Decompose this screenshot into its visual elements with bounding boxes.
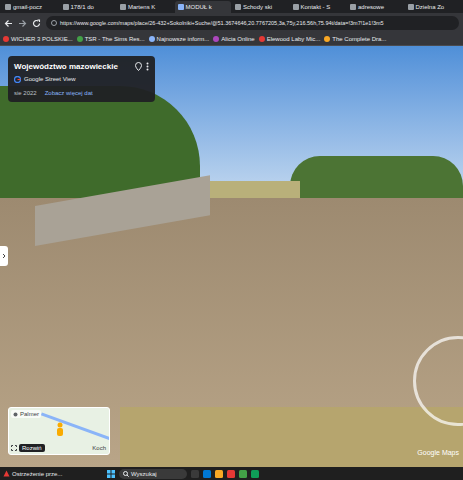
favicon-icon bbox=[293, 4, 299, 10]
tab-label: MODUŁ k bbox=[186, 3, 212, 11]
browser-tab[interactable]: Martens K bbox=[117, 1, 174, 13]
browser-tab[interactable]: MODUŁ k bbox=[175, 1, 232, 13]
location-pin-icon bbox=[135, 62, 142, 71]
favicon-icon bbox=[350, 4, 356, 10]
address-bar[interactable]: https://www.google.com/maps/place/26-432… bbox=[46, 16, 459, 30]
taskbar: Ostrzeżenie prze... Wyszukaj bbox=[0, 467, 463, 480]
bookmark-favicon-icon bbox=[149, 36, 155, 42]
taskbar-app-icon bbox=[251, 470, 259, 478]
browser-tab[interactable]: gmail-pocz bbox=[2, 1, 59, 13]
bookmark[interactable]: Elewood Laby Mic... bbox=[259, 35, 321, 43]
capture-date: sie 2022 bbox=[14, 89, 37, 97]
google-logo-icon bbox=[14, 76, 21, 83]
tab-label: Kontakt - S bbox=[301, 3, 331, 11]
taskbar-app-icon bbox=[239, 470, 247, 478]
street-view-panorama[interactable]: Województwo mazowieckie Google Street Vie… bbox=[0, 46, 463, 467]
favicon-icon bbox=[408, 4, 414, 10]
minimap-place: Palmer bbox=[20, 410, 39, 418]
bookmark-label[interactable]: Alicia Online bbox=[221, 35, 254, 43]
taskbar-app-icon bbox=[191, 470, 199, 478]
card-actions bbox=[135, 62, 149, 71]
favicon-icon bbox=[5, 4, 11, 10]
browser-tab[interactable]: Schody ski bbox=[232, 1, 289, 13]
tab-bar: gmail-pocz 178/1 do Martens K MODUŁ k Schody… bbox=[0, 0, 463, 13]
bookmark-label[interactable]: Najnowsze inform... bbox=[157, 35, 210, 43]
tab-label: Dzielna Zo bbox=[416, 3, 445, 11]
more-options-icon bbox=[146, 62, 149, 71]
tab-label: Schody ski bbox=[243, 3, 272, 11]
search-icon bbox=[123, 471, 129, 477]
trees-right bbox=[290, 156, 463, 201]
bookmark-favicon-icon bbox=[3, 36, 9, 42]
reload-icon bbox=[32, 19, 41, 28]
taskbar-center: Wyszukaj bbox=[107, 469, 460, 479]
place-marker-icon bbox=[13, 412, 18, 417]
minimap-controls: Rozwiń bbox=[11, 444, 45, 452]
bookmark-favicon-icon bbox=[324, 36, 330, 42]
bookmark-favicon-icon bbox=[259, 36, 265, 42]
fullscreen-icon bbox=[11, 445, 17, 451]
bookmark[interactable]: The Complete Dra... bbox=[324, 35, 386, 43]
bookmark[interactable]: Najnowsze inform... bbox=[149, 35, 210, 43]
browser-tab[interactable]: Kontakt - S bbox=[290, 1, 347, 13]
google-maps-watermark: Google Maps bbox=[417, 448, 459, 457]
tab-label: adresowe bbox=[358, 3, 384, 11]
more-dates-link[interactable]: Zobacz więcej dat bbox=[45, 89, 93, 97]
address-text[interactable]: https://www.google.com/maps/place/26-432… bbox=[60, 19, 384, 27]
favicon-icon bbox=[63, 4, 69, 10]
bookmark[interactable]: TSR - The Sims Res... bbox=[77, 35, 145, 43]
taskbar-app-icon bbox=[215, 470, 223, 478]
navigation-bar: https://www.google.com/maps/place/26-432… bbox=[0, 13, 463, 33]
bookmark-label[interactable]: WICHER 3 POLSKIE... bbox=[11, 35, 73, 43]
place-name: Województwo mazowieckie bbox=[14, 62, 118, 72]
forward-arrow-icon bbox=[18, 19, 27, 28]
bookmarks-bar: WICHER 3 POLSKIE... TSR - The Sims Res...… bbox=[0, 33, 463, 46]
bookmark-label[interactable]: Elewood Laby Mic... bbox=[267, 35, 321, 43]
search-placeholder[interactable]: Wyszukaj bbox=[131, 470, 157, 478]
favicon-icon bbox=[178, 4, 184, 10]
taskbar-notification[interactable]: Ostrzeżenie prze... bbox=[3, 470, 103, 478]
source-row: Google Street View bbox=[14, 75, 149, 83]
side-panel-toggle[interactable] bbox=[0, 246, 8, 266]
favicon-icon bbox=[235, 4, 241, 10]
expand-button[interactable]: Rozwiń bbox=[19, 444, 45, 452]
site-info-icon bbox=[51, 20, 57, 26]
bookmark-label[interactable]: TSR - The Sims Res... bbox=[85, 35, 145, 43]
browser-tab[interactable]: adresowe bbox=[347, 1, 404, 13]
windows-start-icon bbox=[107, 470, 115, 478]
bookmark[interactable]: WICHER 3 POLSKIE... bbox=[3, 35, 73, 43]
favicon-icon bbox=[120, 4, 126, 10]
taskbar-app-icon bbox=[227, 470, 235, 478]
taskbar-search[interactable]: Wyszukaj bbox=[119, 469, 187, 479]
tab-label: gmail-pocz bbox=[13, 3, 42, 11]
grass-edge bbox=[120, 407, 463, 467]
warning-icon bbox=[3, 470, 10, 477]
bookmark-favicon-icon bbox=[77, 36, 83, 42]
bookmark-label[interactable]: The Complete Dra... bbox=[332, 35, 386, 43]
date-row: sie 2022 Zobacz więcej dat bbox=[14, 86, 149, 97]
browser-tab[interactable]: Dzielna Zo bbox=[405, 1, 462, 13]
browser-tab[interactable]: 178/1 do bbox=[60, 1, 117, 13]
back-arrow-icon bbox=[4, 19, 13, 28]
taskbar-app-icon bbox=[203, 470, 211, 478]
tab-label: 178/1 do bbox=[71, 3, 94, 11]
tab-label: Martens K bbox=[128, 3, 155, 11]
source-label: Google Street View bbox=[24, 75, 76, 83]
bookmark[interactable]: Alicia Online bbox=[213, 35, 254, 43]
minimap-town: Koch bbox=[92, 444, 106, 452]
minimap-label: Palmer bbox=[11, 410, 41, 418]
pegman-icon bbox=[55, 422, 65, 436]
minimap-road bbox=[41, 412, 110, 442]
location-card: Województwo mazowieckie Google Street Vie… bbox=[8, 56, 155, 102]
location-card-header: Województwo mazowieckie bbox=[14, 62, 149, 72]
chevron-right-icon bbox=[2, 253, 6, 259]
minimap[interactable]: Palmer Koch Rozwiń bbox=[8, 407, 110, 455]
bookmark-favicon-icon bbox=[213, 36, 219, 42]
notification-text[interactable]: Ostrzeżenie prze... bbox=[12, 470, 62, 478]
